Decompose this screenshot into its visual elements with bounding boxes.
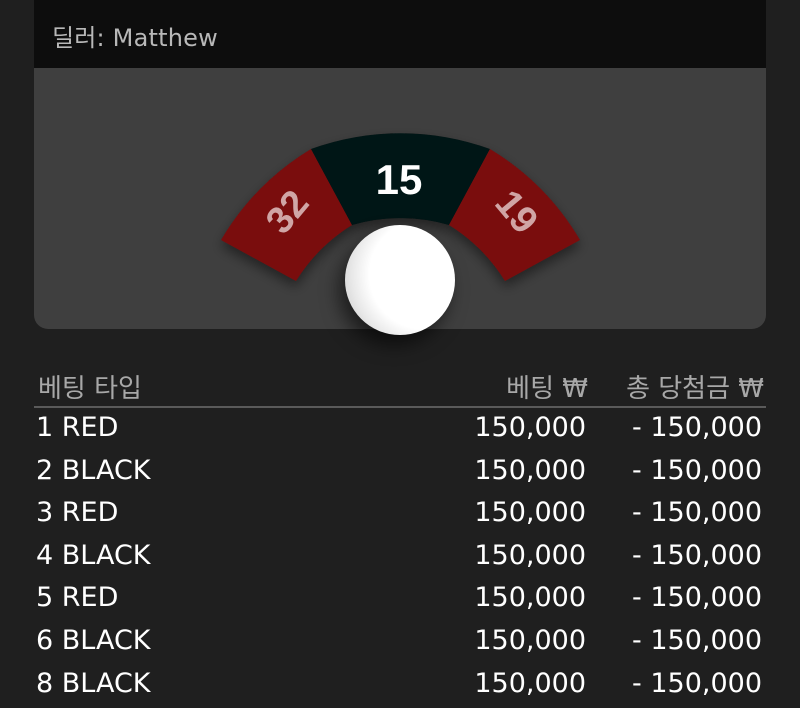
table-row: 6 BLACK 150,000 - 150,000 bbox=[34, 621, 766, 664]
bet-amount-cell: 150,000 bbox=[474, 412, 586, 443]
bet-type-cell: 5 RED bbox=[36, 582, 119, 614]
bet-amount-cell: 150,000 bbox=[474, 624, 586, 656]
table-row: 2 BLACK 150,000 - 150,000 bbox=[34, 451, 766, 494]
header-total-payout: 총 당첨금 ₩ bbox=[626, 374, 764, 404]
bet-type-cell: 2 BLACK bbox=[36, 454, 151, 486]
table-row: 5 RED 150,000 - 150,000 bbox=[34, 578, 766, 621]
bet-type-cell: 1 RED bbox=[36, 412, 119, 443]
bet-type-cell: 6 BLACK bbox=[36, 624, 151, 656]
payout-cell: - 150,000 bbox=[632, 539, 762, 571]
bet-amount-cell: 150,000 bbox=[474, 497, 586, 529]
payout-cell: - 150,000 bbox=[632, 667, 762, 699]
bet-table-header: 베팅 타입 베팅 ₩ 총 당첨금 ₩ bbox=[34, 364, 766, 408]
table-row: 8 BLACK 150,000 - 150,000 bbox=[34, 664, 766, 707]
roulette-ball bbox=[345, 225, 455, 335]
table-row: 1 RED 150,000 - 150,000 bbox=[34, 408, 766, 451]
bet-amount-cell: 150,000 bbox=[474, 667, 586, 699]
payout-cell: - 150,000 bbox=[632, 454, 762, 486]
bet-type-cell: 4 BLACK bbox=[36, 539, 151, 571]
table-row: 3 RED 150,000 - 150,000 bbox=[34, 493, 766, 536]
wheel-number-center: 15 bbox=[376, 156, 423, 203]
bet-type-cell: 8 BLACK bbox=[36, 667, 151, 699]
table-row: 4 BLACK 150,000 - 150,000 bbox=[34, 536, 766, 579]
payout-cell: - 150,000 bbox=[632, 624, 762, 656]
dealer-bar: 딜러: Matthew bbox=[34, 0, 766, 68]
dealer-name: 딜러: Matthew bbox=[52, 24, 218, 52]
payout-cell: - 150,000 bbox=[632, 582, 762, 614]
header-bet-amount: 베팅 ₩ bbox=[506, 374, 588, 404]
bet-amount-cell: 150,000 bbox=[474, 454, 586, 486]
bet-amount-cell: 150,000 bbox=[474, 582, 586, 614]
header-bet-type: 베팅 타입 bbox=[38, 374, 142, 404]
payout-cell: - 150,000 bbox=[632, 412, 762, 443]
payout-cell: - 150,000 bbox=[632, 497, 762, 529]
bet-table-body: 1 RED 150,000 - 150,000 2 BLACK 150,000 … bbox=[34, 408, 766, 706]
bet-type-cell: 3 RED bbox=[36, 497, 119, 529]
bet-amount-cell: 150,000 bbox=[474, 539, 586, 571]
